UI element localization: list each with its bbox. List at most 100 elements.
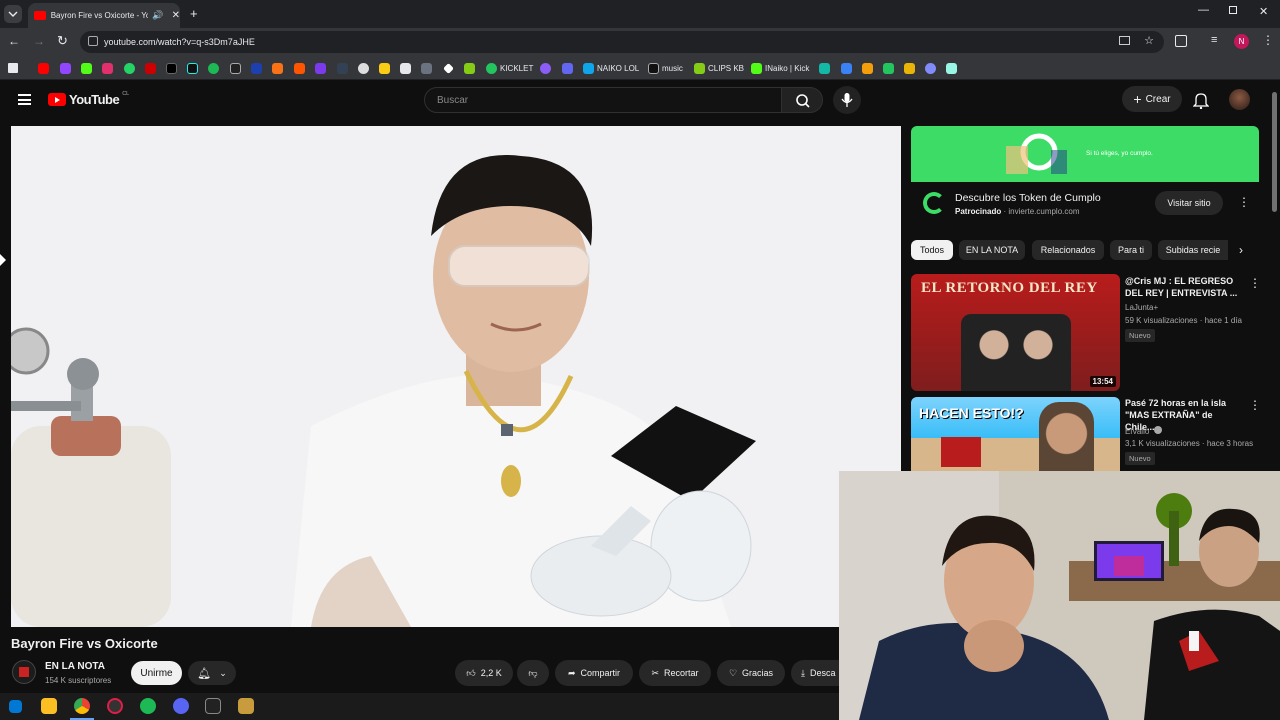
bookmark-gray-icon[interactable] bbox=[421, 60, 432, 76]
chip-en-la-nota[interactable]: EN LA NOTA bbox=[959, 240, 1025, 260]
dislike-button[interactable]: 👎︎ bbox=[517, 660, 549, 686]
bookmark-violet-icon[interactable] bbox=[540, 60, 551, 76]
profile-avatar[interactable]: N bbox=[1234, 34, 1249, 49]
bookmark-x-icon[interactable] bbox=[166, 60, 177, 76]
recommendation-thumbnail[interactable]: EL RETORNO DEL REY 13:54 bbox=[911, 274, 1120, 391]
bookmark-amber-icon[interactable] bbox=[862, 60, 873, 76]
youtube-logo[interactable]: YouTube CL bbox=[48, 91, 129, 107]
channel-name[interactable]: EN LA NOTA bbox=[45, 661, 105, 672]
tab-search-button[interactable] bbox=[4, 5, 22, 23]
recommendation-channel[interactable]: ElVallo bbox=[1125, 426, 1162, 436]
bookmark-twitch-icon[interactable] bbox=[60, 60, 71, 76]
install-app-icon[interactable] bbox=[1119, 36, 1130, 45]
bookmark-shield-icon[interactable] bbox=[562, 60, 573, 76]
bookmark-kick-icon[interactable] bbox=[81, 60, 92, 76]
bookmark-orange-icon[interactable] bbox=[272, 60, 283, 76]
visit-site-button[interactable]: Visitar sitio bbox=[1155, 191, 1223, 215]
windows-start-icon[interactable] bbox=[9, 700, 22, 713]
address-bar[interactable]: youtube.com/watch?v=q-s3Dm7aJHE ☆ bbox=[80, 31, 1164, 53]
bookmark-star-icon[interactable]: ☆ bbox=[1144, 34, 1154, 47]
bookmark-s-icon[interactable] bbox=[230, 60, 241, 76]
minimize-button[interactable]: — bbox=[1198, 4, 1209, 16]
recommendation-more-icon[interactable]: ⋮ bbox=[1249, 398, 1261, 412]
bookmark-naiko-lol[interactable]: NAIKO LOL bbox=[583, 60, 639, 76]
bookmark-clips-kb[interactable]: CLIPS KB bbox=[694, 60, 744, 76]
subscribe-bell-dropdown[interactable]: 🔔︎ ⌄ bbox=[188, 661, 236, 685]
chip-subidas-recientes[interactable]: Subidas recie bbox=[1158, 240, 1228, 260]
back-button[interactable]: ← bbox=[8, 34, 20, 48]
obs-icon[interactable] bbox=[107, 698, 123, 714]
forward-button[interactable]: → bbox=[33, 34, 45, 48]
app-icon[interactable] bbox=[205, 698, 221, 714]
chip-para-ti[interactable]: Para ti bbox=[1110, 240, 1152, 260]
video-player[interactable] bbox=[11, 126, 901, 627]
bookmark-whatsapp-icon[interactable] bbox=[124, 60, 135, 76]
bookmarks-bar: KICKLET NAIKO LOL music CLIPS KB INaiko … bbox=[0, 56, 1280, 80]
bookmark-youtube-icon[interactable] bbox=[38, 60, 49, 76]
recommendation-channel[interactable]: LaJunta+ bbox=[1125, 303, 1158, 312]
chrome-icon[interactable] bbox=[74, 698, 90, 714]
new-tab-button[interactable]: + bbox=[190, 6, 198, 21]
bookmark-blue-icon[interactable] bbox=[251, 60, 262, 76]
bookmark-globe-icon[interactable] bbox=[358, 60, 369, 76]
recommendation-more-icon[interactable]: ⋮ bbox=[1249, 276, 1261, 290]
bookmark-teal-icon[interactable] bbox=[819, 60, 830, 76]
bookmark-naiko-kick[interactable]: INaiko | Kick bbox=[751, 60, 809, 76]
bookmark-lime-icon[interactable] bbox=[883, 60, 894, 76]
ad-title[interactable]: Descubre los Token de Cumplo bbox=[955, 192, 1101, 204]
page-scrollbar[interactable] bbox=[1272, 92, 1277, 212]
bookmark-search-icon[interactable] bbox=[337, 60, 348, 76]
share-button[interactable]: ➦ Compartir bbox=[555, 660, 633, 686]
bookmark-purple-icon[interactable] bbox=[315, 60, 326, 76]
discord-icon[interactable] bbox=[173, 698, 189, 714]
join-button[interactable]: Unirme bbox=[131, 661, 182, 685]
bookmark-yellow-icon[interactable] bbox=[379, 60, 390, 76]
chevron-right-icon[interactable]: › bbox=[1239, 243, 1243, 257]
reload-button[interactable]: ↻ bbox=[57, 33, 68, 49]
bookmark-spotify-icon[interactable] bbox=[208, 60, 219, 76]
search-input[interactable]: Buscar bbox=[424, 87, 782, 113]
bookmark-music[interactable]: music bbox=[648, 60, 683, 76]
bookmark-diamond-icon[interactable] bbox=[443, 60, 454, 76]
share-label: Compartir bbox=[580, 668, 621, 678]
extensions-icon[interactable] bbox=[1175, 35, 1187, 47]
hamburger-menu-icon[interactable] bbox=[18, 94, 31, 105]
bookmark-soundcloud-icon[interactable] bbox=[294, 60, 305, 76]
ad-banner[interactable]: Si tú eliges, yo cumplo. bbox=[911, 126, 1259, 182]
clip-button[interactable]: ✂ Recortar bbox=[639, 660, 711, 686]
search-button[interactable] bbox=[781, 87, 823, 113]
bookmark-mint-icon[interactable] bbox=[946, 60, 957, 76]
site-info-icon[interactable] bbox=[88, 36, 98, 46]
bookmark-green-icon[interactable] bbox=[464, 60, 475, 76]
like-button[interactable]: 👍︎ 2,2 K bbox=[455, 660, 513, 686]
thanks-button[interactable]: ♡ Gracias bbox=[717, 660, 785, 686]
bookmark-kicklet[interactable]: KICKLET bbox=[486, 60, 533, 76]
ad-more-icon[interactable]: ⋮ bbox=[1238, 195, 1250, 209]
bookmark-wave-icon[interactable] bbox=[925, 60, 936, 76]
bookmark-u-icon[interactable] bbox=[904, 60, 915, 76]
file-explorer-icon[interactable] bbox=[41, 698, 57, 714]
browser-menu-icon[interactable]: ⋮ bbox=[1262, 33, 1274, 47]
bookmark-red-icon[interactable] bbox=[145, 60, 156, 76]
notifications-bell-icon[interactable] bbox=[1192, 91, 1210, 114]
tab-close-icon[interactable]: ✕ bbox=[172, 10, 180, 21]
league-client-icon[interactable] bbox=[238, 698, 254, 714]
recommendation-thumbnail[interactable]: HACEN ESTO!? bbox=[911, 397, 1120, 472]
restore-button[interactable] bbox=[1229, 6, 1237, 14]
browser-tab[interactable]: Bayron Fire vs Oxicorte - Yo 🔊 ✕ bbox=[28, 3, 180, 28]
bookmark-tiktok-icon[interactable] bbox=[187, 60, 198, 76]
media-control-icon[interactable]: ≡ bbox=[1211, 34, 1217, 46]
account-avatar[interactable] bbox=[1229, 89, 1250, 110]
channel-avatar[interactable] bbox=[12, 660, 36, 684]
bookmark-instagram-icon[interactable] bbox=[102, 60, 113, 76]
bookmark-people-icon[interactable] bbox=[841, 60, 852, 76]
recommendation-title[interactable]: @Cris MJ : EL REGRESO DEL REY | ENTREVIS… bbox=[1125, 275, 1245, 299]
apps-grid-icon[interactable] bbox=[8, 60, 18, 76]
chip-relacionados[interactable]: Relacionados bbox=[1032, 240, 1104, 260]
create-button[interactable]: + Crear bbox=[1122, 86, 1182, 112]
bookmark-cat-icon[interactable] bbox=[400, 60, 411, 76]
close-window-button[interactable]: ✕ bbox=[1259, 5, 1268, 18]
spotify-icon[interactable] bbox=[140, 698, 156, 714]
voice-search-button[interactable] bbox=[833, 86, 861, 114]
chip-todos[interactable]: Todos bbox=[911, 240, 953, 260]
